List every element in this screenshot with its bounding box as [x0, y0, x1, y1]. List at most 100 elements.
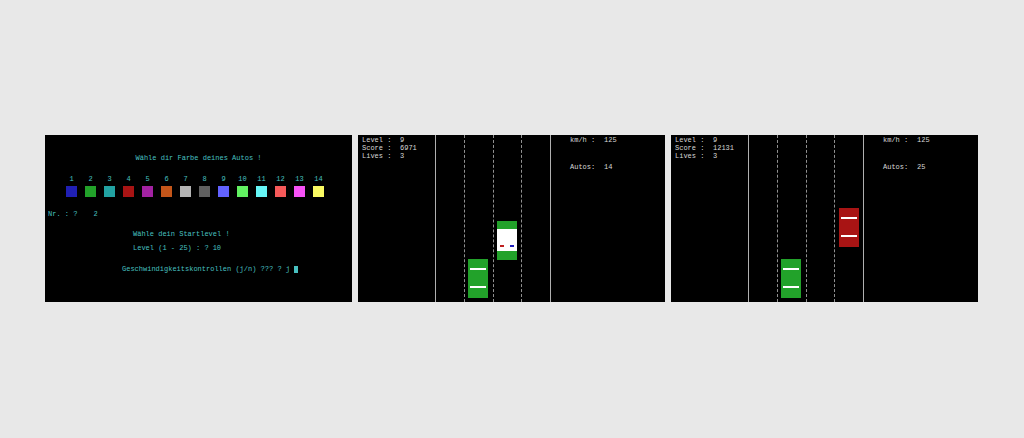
- color-swatch[interactable]: [275, 186, 286, 197]
- color-swatch[interactable]: [218, 186, 229, 197]
- text-cursor: [294, 266, 298, 273]
- stat-row: Lives :3: [675, 152, 748, 160]
- color-number: 4: [126, 176, 130, 183]
- color-option[interactable]: 14: [309, 176, 328, 197]
- cars-count-row: Autos:14: [570, 163, 617, 171]
- stat-value: 9: [400, 136, 404, 144]
- stat-row: Level :9: [675, 136, 748, 144]
- stat-label: Level :: [675, 136, 713, 144]
- color-option[interactable]: 6: [157, 176, 176, 197]
- lane-divider: [834, 135, 835, 302]
- color-option[interactable]: 5: [138, 176, 157, 197]
- stat-label: Score :: [675, 144, 713, 152]
- car-position: [468, 259, 488, 298]
- color-number: 9: [221, 176, 225, 183]
- color-choice-value[interactable]: 2: [93, 211, 97, 218]
- lane-divider: [464, 135, 465, 302]
- cars-count-label: Autos:: [883, 163, 917, 171]
- car-stripe: [841, 217, 857, 219]
- color-swatch[interactable]: [199, 186, 210, 197]
- color-option[interactable]: 4: [119, 176, 138, 197]
- color-swatch[interactable]: [104, 186, 115, 197]
- car-stripe: [470, 286, 486, 288]
- color-number: 3: [107, 176, 111, 183]
- car-band: [497, 251, 517, 260]
- color-number: 5: [145, 176, 149, 183]
- stats-panel: Level :9Score :6971Lives :3: [358, 135, 435, 302]
- car-position: [839, 208, 859, 247]
- cars-count-label: Autos:: [570, 163, 604, 171]
- color-swatch[interactable]: [256, 186, 267, 197]
- lane-divider: [521, 135, 522, 302]
- player-car: [781, 259, 801, 298]
- color-option[interactable]: 3: [100, 176, 119, 197]
- color-option[interactable]: 12: [271, 176, 290, 197]
- color-swatch[interactable]: [313, 186, 324, 197]
- cars-count-value: 25: [917, 163, 925, 171]
- opponent-car: [839, 208, 859, 247]
- car-position: [781, 259, 801, 298]
- color-swatch[interactable]: [66, 186, 77, 197]
- color-swatch[interactable]: [85, 186, 96, 197]
- color-option[interactable]: 8: [195, 176, 214, 197]
- setup-title: Wähle dir Farbe deines Autos !: [45, 155, 352, 162]
- speed-label: km/h :: [570, 136, 604, 144]
- car-stripe: [783, 268, 799, 270]
- color-swatch[interactable]: [161, 186, 172, 197]
- speed-label: km/h :: [883, 136, 917, 144]
- cars-count-value: 14: [604, 163, 612, 171]
- stat-value: 3: [400, 152, 404, 160]
- stat-row: Score :6971: [362, 144, 435, 152]
- speed-value: 125: [917, 136, 930, 144]
- level-value[interactable]: 10: [213, 245, 221, 252]
- color-choice-label: Nr. : ?: [48, 211, 77, 218]
- color-number: 7: [183, 176, 187, 183]
- color-number: 11: [257, 176, 265, 183]
- setup-screen: Wähle dir Farbe deines Autos !1234567891…: [45, 135, 352, 302]
- color-swatch[interactable]: [123, 186, 134, 197]
- player-car: [468, 259, 488, 298]
- info-panel: km/h :125 Autos:14: [551, 135, 617, 302]
- color-option[interactable]: 10: [233, 176, 252, 197]
- color-swatch[interactable]: [180, 186, 191, 197]
- stat-label: Lives :: [675, 152, 713, 160]
- color-swatch[interactable]: [237, 186, 248, 197]
- car-stripe: [841, 235, 857, 237]
- color-option[interactable]: 1: [62, 176, 81, 197]
- speed-control-prompt: Geschwindigkeitskontrollen (j/n) ??? ?: [122, 266, 282, 273]
- color-number: 1: [69, 176, 73, 183]
- color-number: 14: [314, 176, 322, 183]
- stat-value: 9: [713, 136, 717, 144]
- color-swatch[interactable]: [142, 186, 153, 197]
- color-number: 6: [164, 176, 168, 183]
- stat-row: Lives :3: [362, 152, 435, 160]
- stat-row: Score :12131: [675, 144, 748, 152]
- speed-row: km/h :125: [570, 136, 617, 144]
- stat-label: Level :: [362, 136, 400, 144]
- lane-divider: [777, 135, 778, 302]
- color-swatch[interactable]: [294, 186, 305, 197]
- level-title: Wähle dein Startlevel !: [133, 231, 352, 238]
- car-stripe: [470, 268, 486, 270]
- color-option[interactable]: 9: [214, 176, 233, 197]
- stat-value: 6971: [400, 144, 417, 152]
- stat-row: Level :9: [362, 136, 435, 144]
- speed-control-value[interactable]: j: [286, 266, 290, 273]
- road: [748, 135, 864, 302]
- speed-row: km/h :125: [883, 136, 930, 144]
- level-prompt: Level (1 - 25) : ?: [133, 245, 209, 252]
- color-option[interactable]: 11: [252, 176, 271, 197]
- color-option[interactable]: 7: [176, 176, 195, 197]
- stat-label: Score :: [362, 144, 400, 152]
- color-option[interactable]: 2: [81, 176, 100, 197]
- color-number: 8: [202, 176, 206, 183]
- level-row: Level (1 - 25) : ? 10: [133, 245, 352, 252]
- speed-control-row: Geschwindigkeitskontrollen (j/n) ??? ? j: [122, 266, 352, 273]
- speed-value: 125: [604, 136, 617, 144]
- color-option[interactable]: 13: [290, 176, 309, 197]
- stat-value: 12131: [713, 144, 734, 152]
- lane-divider: [493, 135, 494, 302]
- color-number: 13: [295, 176, 303, 183]
- siren-blue-icon: [510, 245, 514, 247]
- car-roof: [497, 229, 517, 251]
